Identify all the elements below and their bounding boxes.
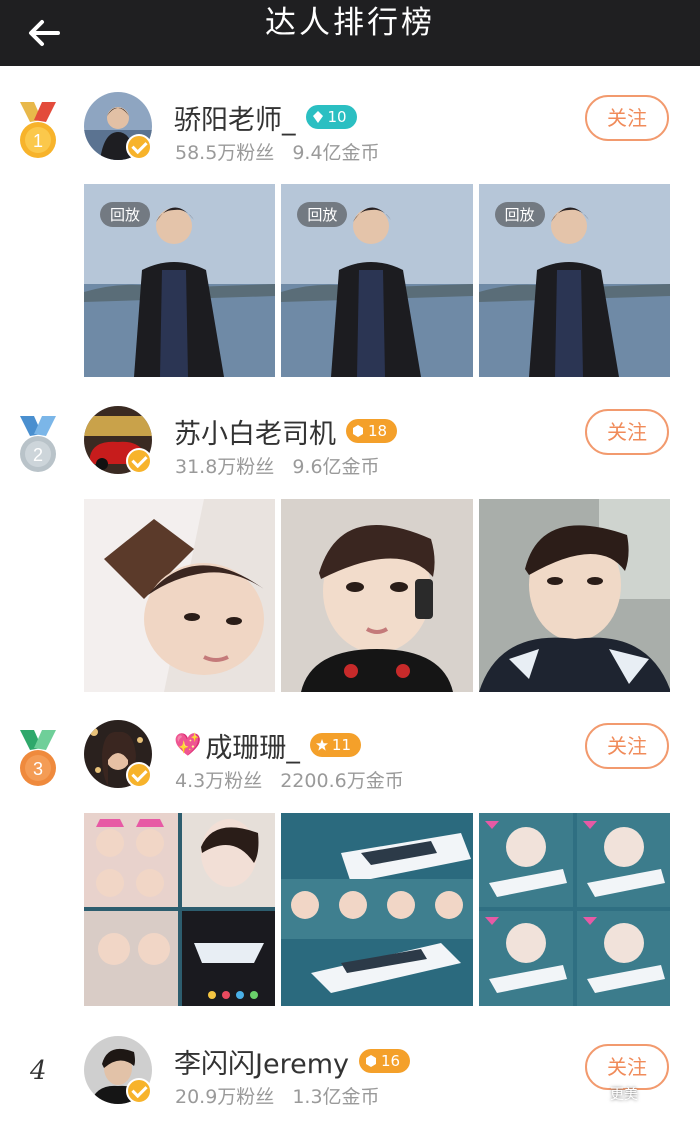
verified-badge-icon bbox=[126, 448, 152, 474]
photo-thumbnail[interactable] bbox=[478, 813, 670, 1006]
replay-thumbnail[interactable]: 回放 bbox=[281, 184, 473, 377]
user-stats: 4.3万粉丝 2200.6万金币 bbox=[175, 766, 404, 793]
level-badge: 10 bbox=[305, 105, 357, 129]
user-name: 苏小白老司机 bbox=[174, 418, 336, 450]
coins-count: 9.4亿金币 bbox=[292, 142, 380, 164]
photo-strip bbox=[84, 813, 670, 1006]
replay-tag: 回放 bbox=[494, 202, 545, 227]
fans-count: 31.8万粉丝 bbox=[175, 456, 275, 478]
user-name: 成珊珊_ bbox=[205, 732, 300, 764]
fans-count: 58.5万粉丝 bbox=[175, 142, 275, 164]
hexagon-icon bbox=[365, 1055, 376, 1067]
level-badge: 16 bbox=[358, 1049, 411, 1073]
medal-rank-1: 1 bbox=[33, 131, 43, 151]
rank-number: 4 bbox=[30, 1056, 47, 1086]
watermark-text: 更美 bbox=[610, 1087, 638, 1103]
fans-count: 20.9万粉丝 bbox=[175, 1086, 275, 1108]
follow-button[interactable]: 关注 bbox=[585, 95, 669, 141]
photo-thumbnail[interactable] bbox=[281, 813, 473, 1006]
page-title: 达人排行榜 bbox=[265, 5, 435, 41]
photo-thumbnail[interactable] bbox=[478, 499, 670, 692]
verified-badge-icon bbox=[126, 762, 152, 788]
level-badge: 18 bbox=[346, 419, 398, 443]
coins-count: 2200.6万金币 bbox=[280, 770, 404, 792]
photo-thumbnail[interactable] bbox=[281, 499, 473, 692]
level-number: 18 bbox=[368, 422, 388, 440]
user-name: 骄阳老师_ bbox=[174, 104, 296, 136]
photo-thumbnail[interactable] bbox=[84, 499, 276, 692]
app-header: 达人排行榜 bbox=[0, 0, 700, 66]
medal-rank-2: 2 bbox=[33, 445, 43, 465]
hexagon-icon bbox=[353, 425, 363, 437]
user-stats: 31.8万粉丝 9.6亿金币 bbox=[175, 452, 380, 479]
follow-button[interactable]: 关注 bbox=[585, 409, 669, 455]
bronze-medal-icon: 3 bbox=[20, 730, 56, 786]
replay-tag: 回放 bbox=[297, 202, 348, 227]
photo-strip bbox=[84, 499, 670, 692]
star-icon bbox=[315, 739, 328, 751]
replay-tag: 回放 bbox=[100, 202, 151, 227]
verified-badge-icon bbox=[126, 134, 152, 160]
photo-thumbnail[interactable] bbox=[84, 813, 276, 1006]
silver-medal-icon: 2 bbox=[20, 416, 56, 472]
level-badge: 11 bbox=[309, 733, 361, 757]
heart-icon: 💖 bbox=[174, 732, 202, 758]
level-number: 11 bbox=[331, 736, 351, 754]
user-stats: 20.9万粉丝 1.3亿金币 bbox=[175, 1082, 380, 1109]
medal-rank-3: 3 bbox=[33, 759, 43, 779]
user-name: 李闪闪Jeremy bbox=[174, 1048, 349, 1080]
level-number: 16 bbox=[380, 1052, 401, 1070]
verified-badge-icon bbox=[126, 1078, 152, 1104]
follow-button[interactable]: 关注 bbox=[585, 723, 669, 769]
photo-strip: 回放 回放 回放 bbox=[84, 184, 670, 377]
gold-medal-icon: 1 bbox=[20, 102, 56, 158]
diamond-icon bbox=[312, 111, 323, 123]
coins-count: 1.3亿金币 bbox=[292, 1086, 380, 1108]
user-stats: 58.5万粉丝 9.4亿金币 bbox=[175, 138, 380, 165]
replay-thumbnail[interactable]: 回放 bbox=[84, 184, 276, 377]
coins-count: 9.6亿金币 bbox=[292, 456, 380, 478]
level-number: 10 bbox=[327, 108, 347, 126]
replay-thumbnail[interactable]: 回放 bbox=[478, 184, 670, 377]
fans-count: 4.3万粉丝 bbox=[175, 770, 263, 792]
